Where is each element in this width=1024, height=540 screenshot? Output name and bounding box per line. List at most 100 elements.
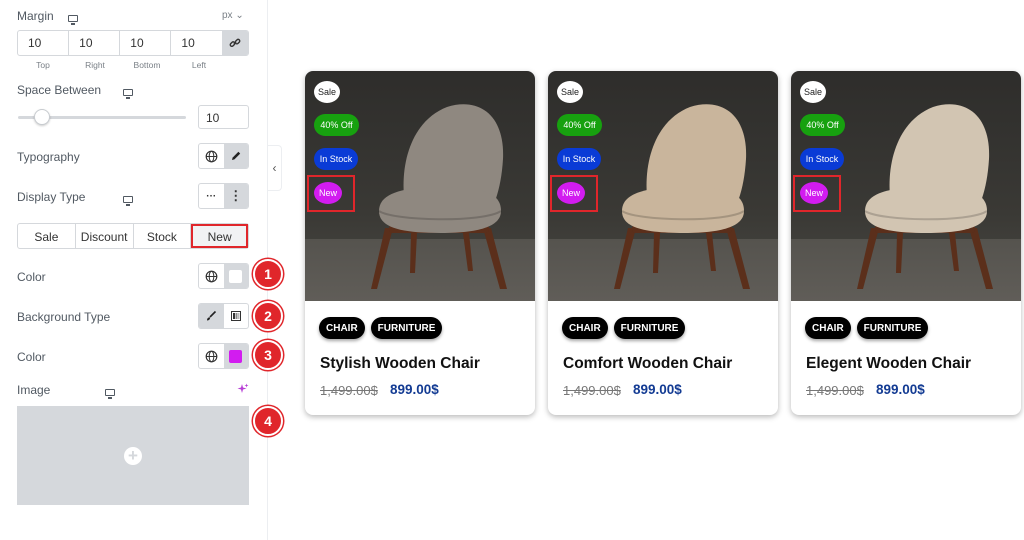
product-title[interactable]: Elegent Wooden Chair [806,355,971,373]
new-badge-highlight [550,175,598,212]
callout-badge-3: 3 [253,340,283,370]
side-label: Left [191,60,207,70]
category-chips: CHAIR FURNITURE [562,317,686,339]
sale-badge: Sale [800,81,826,103]
product-title[interactable]: Stylish Wooden Chair [320,355,480,373]
space-between-input[interactable]: 10 [198,105,249,129]
editor-panel: Margin px ⌄ 10 10 10 10 Top Right Bottom… [0,0,283,540]
discount-badge: 40% Off [800,114,845,136]
sale-badge: Sale [314,81,340,103]
color-swatch-white [229,269,243,283]
category-chip[interactable]: CHAIR [805,317,851,339]
old-price: 1,499.00$ [563,383,621,398]
category-chip[interactable]: FURNITURE [370,317,443,339]
sale-price: 899.00$ [876,382,925,397]
desktop-icon[interactable] [123,89,134,99]
background-type-label: Background Type [17,310,111,324]
discount-badge: 40% Off [557,114,602,136]
background-type-controls [198,303,249,329]
classic-background-button[interactable] [199,304,224,328]
background-color-picker[interactable] [223,344,248,368]
product-title[interactable]: Comfort Wooden Chair [563,355,732,373]
category-chip[interactable]: CHAIR [319,317,365,339]
more-options-button[interactable]: ··· [199,184,224,208]
display-type-controls: ··· ⋮ [198,183,249,209]
gradient-background-button[interactable] [224,304,249,328]
callout-badge-2: 2 [253,301,283,331]
stock-badge: In Stock [800,148,844,170]
globe-icon [205,350,218,362]
side-label: Right [85,60,105,70]
edit-typography-button[interactable] [223,144,248,168]
tab-discount[interactable]: Discount [76,224,134,248]
link-values-button[interactable] [222,31,248,55]
unit-selector[interactable]: px ⌄ [222,10,244,21]
category-chip[interactable]: FURNITURE [613,317,686,339]
category-chips: CHAIR FURNITURE [319,317,443,339]
gradient-icon [230,311,241,321]
typography-label: Typography [17,150,80,164]
globe-icon [205,150,218,162]
product-image[interactable]: Sale 40% Off In Stock New [791,71,1021,301]
stock-badge: In Stock [314,148,358,170]
callout-badge-1: 1 [253,259,283,289]
color-swatch-magenta [229,349,243,363]
badge-type-tabs: Sale Discount Stock New [17,223,249,249]
image-upload-area[interactable]: + [17,406,249,505]
pencil-icon [231,151,240,160]
display-type-label: Display Type [17,190,86,204]
margin-left-input[interactable]: 10 [171,31,223,55]
global-color-button[interactable] [199,264,224,288]
brush-icon [207,310,217,321]
typography-controls [198,143,249,169]
desktop-icon[interactable] [122,196,133,206]
text-color-controls [198,263,249,289]
product-card-1[interactable]: Sale 40% Off In Stock New CHAIR FURNITUR… [305,71,535,415]
color-label: Color [17,270,46,284]
sale-badge: Sale [557,81,583,103]
margin-bottom-input[interactable]: 10 [120,31,172,55]
collapse-panel-button[interactable]: ‹ [268,145,282,191]
desktop-icon[interactable] [105,389,116,399]
link-icon [229,38,241,48]
tab-stock[interactable]: Stock [134,224,192,248]
sale-price: 899.00$ [390,382,439,397]
new-badge-highlight [307,175,355,212]
global-button[interactable] [199,144,224,168]
margin-right-input[interactable]: 10 [69,31,121,55]
ai-sparkle-icon[interactable] [237,383,249,395]
margin-label: Margin [17,9,54,23]
old-price: 1,499.00$ [806,383,864,398]
old-price: 1,499.00$ [320,383,378,398]
new-badge-highlight [793,175,841,212]
margin-top-input[interactable]: 10 [18,31,70,55]
chair-illustration [614,104,750,289]
globe-icon [205,270,218,282]
category-chip[interactable]: FURNITURE [856,317,929,339]
tab-sale[interactable]: Sale [18,224,76,248]
category-chip[interactable]: CHAIR [562,317,608,339]
category-chips: CHAIR FURNITURE [805,317,929,339]
background-color-controls [198,343,249,369]
product-card-2[interactable]: Sale 40% Off In Stock New CHAIR FURNITUR… [548,71,778,415]
side-label: Bottom [133,60,161,70]
global-bg-color-button[interactable] [199,344,224,368]
desktop-icon[interactable] [68,15,78,25]
space-between-slider-handle[interactable] [34,109,50,125]
sale-price: 899.00$ [633,382,682,397]
margin-inputs: 10 10 10 10 [17,30,249,56]
product-image[interactable]: Sale 40% Off In Stock New [548,71,778,301]
chair-illustration [857,104,993,289]
chair-illustration [371,104,507,289]
image-label: Image [17,383,51,397]
product-card-3[interactable]: Sale 40% Off In Stock New CHAIR FURNITUR… [791,71,1021,415]
kebab-menu-icon[interactable]: ⋮ [223,184,248,208]
stock-badge: In Stock [557,148,601,170]
text-color-picker[interactable] [223,264,248,288]
space-between-label: Space Between [17,83,102,97]
product-image[interactable]: Sale 40% Off In Stock New [305,71,535,301]
add-image-icon[interactable]: + [124,446,142,465]
callout-badge-4: 4 [253,406,283,436]
side-label: Top [36,60,50,70]
tab-new[interactable]: New [191,224,248,248]
